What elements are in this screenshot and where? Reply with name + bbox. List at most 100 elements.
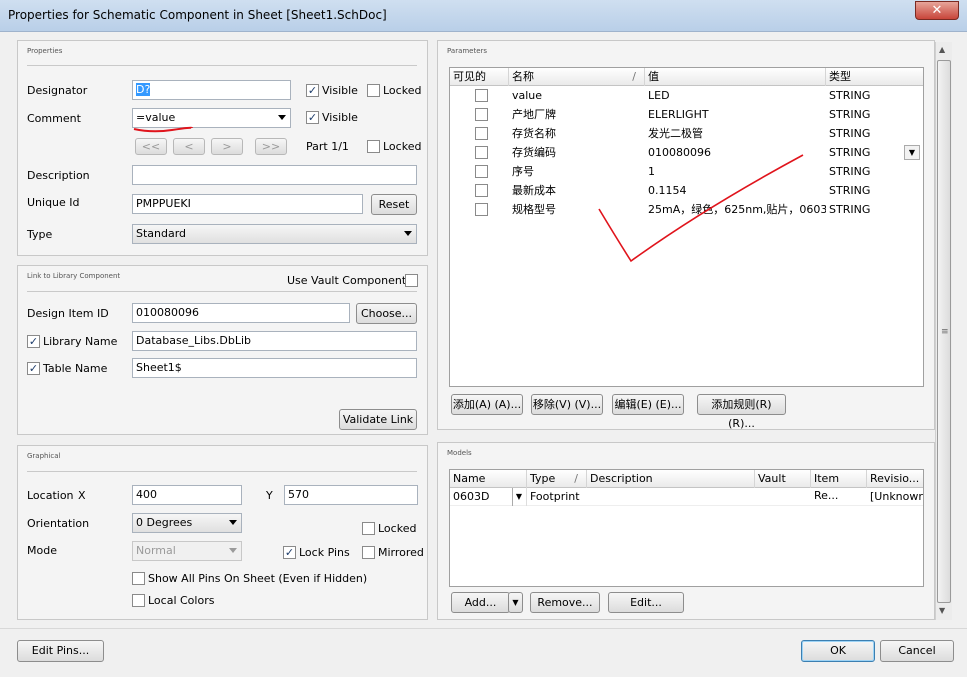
type-value: Standard [136, 227, 187, 240]
part-first-button[interactable]: << [135, 138, 167, 155]
orientation-label: Orientation [27, 517, 90, 530]
designator-field[interactable]: D? [132, 80, 291, 100]
properties-title: Properties [27, 47, 63, 55]
header-value[interactable]: 值 [645, 68, 826, 86]
model-name-cell[interactable]: 0603D ▼ [450, 488, 527, 506]
location-y-label: Y [266, 489, 273, 502]
remove-parameter-button[interactable]: 移除(V) (V)... [531, 394, 603, 415]
part-next-button[interactable]: > [211, 138, 243, 155]
edit-pins-button[interactable]: Edit Pins... [17, 640, 104, 662]
add-model-button[interactable]: Add... [451, 592, 510, 613]
parameters-panel: Parameters 可见的 名称 / 值 类型 value LED STRING 产地… [437, 40, 935, 430]
designator-locked-checkbox[interactable] [367, 84, 380, 97]
sort-icon: / [632, 70, 636, 83]
ok-button[interactable]: OK [801, 640, 875, 662]
orientation-dropdown[interactable]: 0 Degrees [132, 513, 242, 533]
location-x-label: X [78, 489, 86, 502]
parameter-visible-checkbox[interactable] [475, 184, 488, 197]
header-model-description[interactable]: Description [587, 470, 755, 488]
location-y-field[interactable]: 570 [284, 485, 418, 505]
model-type: Footprint [530, 490, 580, 503]
designator-visible-checkbox[interactable]: ✓ [306, 84, 319, 97]
parameter-row[interactable]: 存货名称 发光二极管 STRING [450, 124, 923, 143]
use-vault-checkbox[interactable] [405, 274, 418, 287]
parameter-type: STRING [829, 203, 871, 216]
unique-id-label: Unique Id [27, 196, 80, 209]
library-name-checkbox[interactable]: ✓ [27, 335, 40, 348]
cancel-button[interactable]: Cancel [880, 640, 954, 662]
show-all-pins-label: Show All Pins On Sheet (Even if Hidden) [148, 572, 368, 585]
table-name-checkbox[interactable]: ✓ [27, 362, 40, 375]
graphical-title: Graphical [27, 452, 61, 460]
library-link-panel: Link to Library Component Use Vault Comp… [17, 265, 428, 435]
add-rule-button[interactable]: 添加规则(R) (R)... [697, 394, 786, 430]
unique-id-field[interactable]: PMPPUEKI [132, 194, 363, 214]
part-label: Part 1/1 [306, 140, 349, 153]
header-model-type[interactable]: Type / [527, 470, 587, 488]
lock-pins-label: Lock Pins [299, 546, 350, 559]
header-name[interactable]: 名称 / [509, 68, 645, 86]
model-revision: [Unknowr [870, 490, 923, 503]
header-model-vault[interactable]: Vault [755, 470, 811, 488]
designator-locked-label: Locked [383, 84, 422, 97]
header-visible[interactable]: 可见的 [450, 68, 509, 86]
remove-model-button[interactable]: Remove... [530, 592, 600, 613]
scroll-down-icon[interactable]: ▼ [939, 606, 945, 615]
description-label: Description [27, 169, 90, 182]
reset-button[interactable]: Reset [371, 194, 417, 215]
close-button[interactable]: ✕ [915, 1, 959, 20]
parameter-row[interactable]: 产地厂牌 ELERLIGHT STRING [450, 105, 923, 124]
parameter-value: LED [648, 89, 670, 102]
chevron-down-icon [278, 115, 286, 120]
lock-pins-checkbox[interactable]: ✓ [283, 546, 296, 559]
parameter-visible-checkbox[interactable] [475, 203, 488, 216]
graphical-locked-checkbox[interactable] [362, 522, 375, 535]
design-item-field[interactable]: 010080096 [132, 303, 350, 323]
comment-visible-checkbox[interactable]: ✓ [306, 111, 319, 124]
parameter-visible-checkbox[interactable] [475, 127, 488, 140]
show-all-pins-checkbox[interactable] [132, 572, 145, 585]
validate-link-button[interactable]: Validate Link [339, 409, 417, 430]
parameter-row[interactable]: value LED STRING [450, 86, 923, 105]
library-name-field[interactable]: Database_Libs.DbLib [132, 331, 417, 351]
header-model-revision[interactable]: Revisio... [867, 470, 923, 488]
header-model-item[interactable]: Item Re... [811, 470, 867, 502]
scroll-up-icon[interactable]: ▲ [939, 45, 945, 54]
local-colors-label: Local Colors [148, 594, 215, 607]
chevron-down-icon[interactable]: ▼ [511, 488, 522, 506]
chevron-down-icon[interactable]: ▼ [904, 145, 920, 160]
type-dropdown[interactable]: Standard [132, 224, 417, 244]
designator-value: D? [136, 83, 151, 96]
local-colors-checkbox[interactable] [132, 594, 145, 607]
comment-visible-label: Visible [322, 111, 358, 124]
parameter-type: STRING [829, 165, 871, 178]
description-field[interactable] [132, 165, 417, 185]
designator-label: Designator [27, 84, 88, 97]
table-name-field[interactable]: Sheet1$ [132, 358, 417, 378]
add-model-dropdown[interactable]: ▼ [508, 592, 523, 613]
parameter-visible-checkbox[interactable] [475, 108, 488, 121]
table-name-label: Table Name [43, 362, 108, 375]
header-model-name[interactable]: Name [450, 470, 527, 488]
edit-parameter-button[interactable]: 编辑(E) (E)... [612, 394, 684, 415]
red-check-annotation [598, 154, 804, 263]
parameter-type: STRING [829, 89, 871, 102]
parameter-visible-checkbox[interactable] [475, 165, 488, 178]
part-prev-button[interactable]: < [173, 138, 205, 155]
part-locked-checkbox[interactable] [367, 140, 380, 153]
choose-button[interactable]: Choose... [356, 303, 417, 324]
header-type[interactable]: 类型 [826, 68, 923, 86]
parameters-header: 可见的 名称 / 值 类型 [450, 68, 923, 86]
parameter-visible-checkbox[interactable] [475, 89, 488, 102]
mirrored-checkbox[interactable] [362, 546, 375, 559]
edit-model-button[interactable]: Edit... [608, 592, 684, 613]
parameters-title: Parameters [447, 47, 488, 55]
add-parameter-button[interactable]: 添加(A) (A)... [451, 394, 523, 415]
scrollbar-thumb[interactable]: ≡ [937, 60, 951, 603]
model-row[interactable]: 0603D ▼ Footprint [Unknowr [450, 488, 923, 506]
mode-dropdown[interactable]: Normal [132, 541, 242, 561]
vertical-scrollbar[interactable]: ▲ ≡ ▼ [935, 42, 952, 620]
part-last-button[interactable]: >> [255, 138, 287, 155]
location-x-field[interactable]: 400 [132, 485, 242, 505]
parameter-visible-checkbox[interactable] [475, 146, 488, 159]
